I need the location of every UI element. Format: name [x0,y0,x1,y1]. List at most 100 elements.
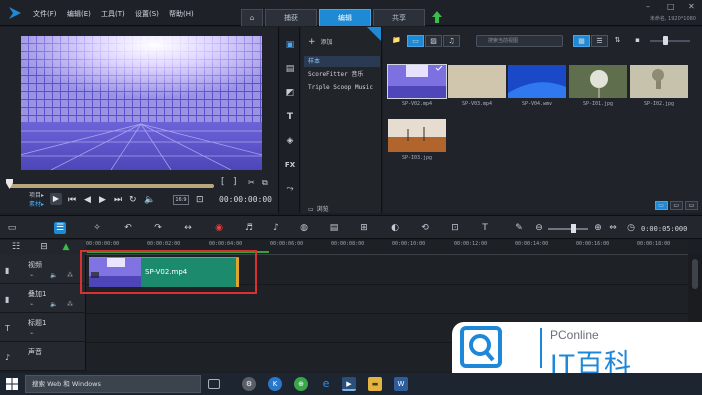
storyboard-view-icon[interactable]: ▭ [6,222,18,234]
menu-tools[interactable]: 工具(T) [101,9,125,19]
import-folder-icon[interactable]: 📁 [388,35,405,47]
mode-clip-toggle[interactable]: 素材▸ [29,200,44,209]
player-timecode[interactable]: 00:00:00:00 [219,195,272,204]
transition-icon[interactable]: ◩ [284,87,296,99]
edge-browser-icon[interactable]: e [319,377,333,391]
multi-camera-icon[interactable]: ⊞ [358,222,370,234]
auto-music-icon[interactable]: ♪ [270,222,282,234]
browse-button[interactable]: ▭ 浏览 [308,204,329,213]
track-header-title1[interactable]: T 标题1 ⌁ [0,313,86,342]
prev-frame-icon[interactable]: ◀ [84,195,91,205]
media-thumb-sp-i03[interactable] [388,119,446,152]
play-button[interactable]: ▶ [50,193,62,205]
menu-help[interactable]: 帮助(H) [169,9,194,19]
go-start-icon[interactable]: ⏮ [68,195,76,205]
track-manager-icon[interactable]: ☷ [10,241,22,253]
show-audio-icon[interactable]: ♫ [443,35,460,47]
subtitle-editor-icon[interactable]: ▤ [328,222,340,234]
next-frame-icon[interactable]: ▶ [99,195,106,205]
tab-home[interactable]: ⌂ [241,9,263,26]
mark-out-icon[interactable]: ] [233,177,237,187]
tab-capture[interactable]: 捕获 [265,9,317,26]
enlarge-icon[interactable]: ⧉ [262,178,268,188]
title-icon[interactable]: T [284,111,296,123]
path-icon[interactable]: ⤳ [284,183,296,195]
track-mute-icon[interactable]: 🔈 [50,301,57,308]
change-aspect-icon[interactable]: ⊡ [196,195,204,205]
track-mute-icon[interactable]: 🔈 [50,272,57,279]
instant-project-icon[interactable]: ▤ [284,63,296,75]
folder-triple-scoop[interactable]: Triple Scoop Music [304,82,380,93]
split-icon[interactable]: ✂ [248,178,255,187]
toolbar-customize-icon[interactable]: ✧ [91,222,103,234]
aspect-ratio-select[interactable]: 16:9 [173,195,189,205]
menu-file[interactable]: 文件(F) [33,9,57,19]
panel-layout-3-icon[interactable]: ▭ [685,201,698,210]
chapter-point-icon[interactable]: ⊟ [38,241,50,253]
smart-package-icon[interactable]: ✎ [513,222,525,234]
video-editor-taskbar-icon[interactable]: ▶ [342,377,356,391]
media-thumb-sp-i01[interactable] [569,65,627,98]
folder-scorefitter[interactable]: ScoreFitter 音乐 [304,69,380,80]
mark-in-icon[interactable]: [ [221,177,225,187]
app-icon-k[interactable]: K [268,377,282,391]
upload-arrow-icon[interactable] [432,11,442,23]
thumbnail-view-icon[interactable]: ▦ [573,35,590,47]
media-thumb-sp-v04[interactable] [508,65,566,98]
media-icon[interactable]: ▣ [284,39,296,51]
timeline-zoom-handle[interactable] [571,224,576,233]
ripple-edit-icon[interactable]: ⁂ [67,272,73,279]
tab-edit[interactable]: 编辑 [319,9,371,26]
link-icon[interactable]: ⌁ [30,330,34,337]
zoom-out-icon[interactable]: ⊖ [533,222,545,234]
insert-marker-icon[interactable]: ▲ [60,241,72,253]
tab-share[interactable]: 共享 [373,9,425,26]
panel-layout-1-icon[interactable]: ▭ [654,201,668,210]
panel-layout-2-icon[interactable]: ▭ [669,201,683,210]
link-icon[interactable]: ⌁ [30,301,34,308]
sort-icon[interactable]: ⇅ [609,35,626,47]
folder-samples[interactable]: 样本 [304,56,380,67]
track-header-audio[interactable]: ♪ 声音 [0,342,86,371]
fit-timeline-icon[interactable]: ⇔ [607,222,619,234]
timeline-view-icon[interactable]: ☰ [54,222,66,234]
task-view-icon[interactable] [208,379,220,389]
zoom-in-icon[interactable]: ⊕ [592,222,604,234]
title-tool-icon[interactable]: T [479,222,491,234]
motion-tracking-icon[interactable]: ◍ [298,222,310,234]
track-header-overlay1[interactable]: ▮ 叠加1 ⌁ 🔈 ⁂ [0,284,86,313]
record-capture-icon[interactable]: ◉ [213,222,225,234]
go-end-icon[interactable]: ⏭ [114,195,122,205]
repeat-icon[interactable]: ↻ [129,195,137,205]
playback-scrubber[interactable] [9,184,214,188]
sound-mixer-icon[interactable]: ♬ [243,222,255,234]
crop-icon[interactable]: ⊡ [449,222,461,234]
link-icon[interactable]: ⌁ [30,272,34,279]
graphics-icon[interactable]: ◈ [284,135,296,147]
scrollbar-thumb[interactable] [692,259,698,289]
thumbnail-size-handle[interactable] [663,36,668,45]
add-folder-button[interactable]: + 添加 [308,37,333,47]
list-view-icon[interactable]: ☰ [591,35,608,47]
volume-icon[interactable]: 🔈 [144,195,155,205]
track-header-video[interactable]: ▮ 视频 ⌁ 🔈 ⁂ [0,255,86,284]
time-remap-icon[interactable]: ⟲ [419,222,431,234]
media-thumb-sp-i02[interactable] [630,65,688,98]
timeline-zoom-slider[interactable] [548,228,588,230]
thumbnail-size-slider[interactable] [650,40,690,42]
media-thumb-sp-v03[interactable] [448,65,506,98]
mask-creator-icon[interactable]: ◐ [389,222,401,234]
app-icon-w[interactable]: W [394,377,408,391]
fit-project-icon[interactable]: ↔ [182,222,194,234]
app-icon-green[interactable]: ⊕ [294,377,308,391]
undo-icon[interactable]: ↶ [122,222,134,234]
menu-settings[interactable]: 设置(S) [135,9,159,19]
filter-fx-icon[interactable]: FX [284,159,296,171]
minimize-icon[interactable]: – [646,2,650,11]
maximize-icon[interactable]: □ [667,2,675,11]
app-icon-1[interactable]: ⚙ [242,377,256,391]
media-thumb-sp-v02[interactable] [387,64,447,99]
ripple-edit-icon[interactable]: ⁂ [67,301,73,308]
mode-project-toggle[interactable]: 项目▸ [29,191,44,200]
show-photo-icon[interactable]: ▨ [425,35,442,47]
